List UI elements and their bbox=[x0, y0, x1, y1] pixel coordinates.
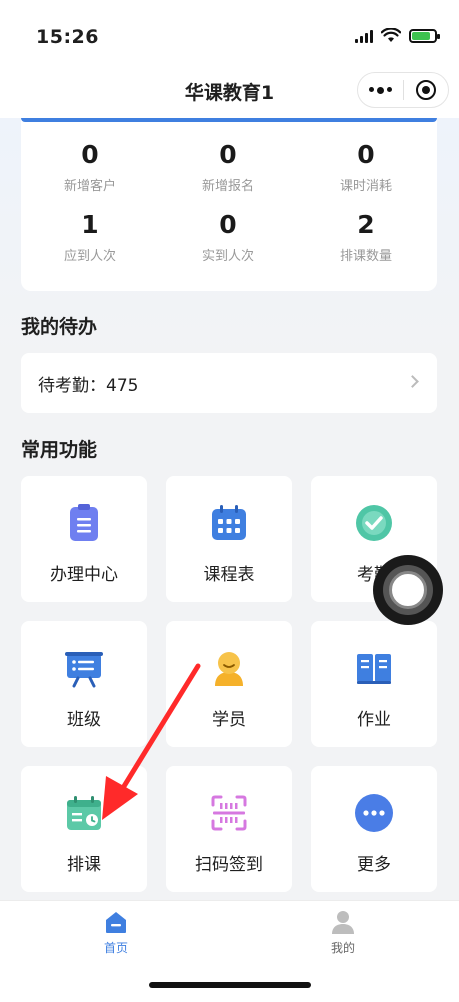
stat-label: 应到人次 bbox=[63, 249, 116, 264]
stat-value: 1 bbox=[81, 210, 99, 239]
tab-label: 首页 bbox=[103, 941, 128, 955]
todo-section-title: 我的待办 bbox=[21, 316, 98, 338]
more-menu-button[interactable] bbox=[358, 73, 403, 107]
main-content: 0 新增客户 0 新增报名 0 课时消耗 1 应到人次 0 实到人次 2 排课数… bbox=[0, 118, 459, 900]
stat-expected-attendance: 1 应到人次 bbox=[21, 210, 159, 264]
status-bar: 15:26 bbox=[0, 0, 459, 64]
tab-home[interactable]: 首页 bbox=[56, 909, 176, 956]
stat-value: 0 bbox=[219, 210, 237, 239]
check-circle-icon bbox=[356, 505, 392, 541]
nav-bar: 华课教育1 bbox=[0, 64, 459, 118]
tile-more[interactable]: 更多 bbox=[311, 766, 437, 892]
tile-label: 课程表 bbox=[203, 565, 255, 585]
tile-service-center[interactable]: 办理中心 bbox=[21, 476, 147, 602]
book-icon bbox=[357, 654, 391, 684]
tile-label: 办理中心 bbox=[50, 565, 118, 585]
tile-label: 作业 bbox=[357, 710, 391, 730]
tile-timetable[interactable]: 课程表 bbox=[166, 476, 292, 602]
stat-value: 2 bbox=[357, 210, 375, 239]
chevron-right-icon bbox=[406, 375, 419, 388]
close-miniprogram-button[interactable] bbox=[404, 73, 449, 107]
stat-scheduled-count: 2 排课数量 bbox=[297, 210, 435, 264]
todo-attendance-item[interactable]: 待考勤：475 bbox=[21, 353, 437, 413]
calendar-icon bbox=[212, 505, 246, 540]
stat-label: 新增报名 bbox=[201, 179, 254, 194]
functions-section-title: 常用功能 bbox=[21, 439, 98, 461]
more-icon bbox=[355, 794, 393, 832]
stat-label: 新增客户 bbox=[63, 179, 116, 194]
stat-hours-consumed: 0 课时消耗 bbox=[297, 140, 435, 194]
tile-homework[interactable]: 作业 bbox=[311, 621, 437, 747]
stat-value: 0 bbox=[81, 140, 99, 169]
todo-item-label: 待考勤：475 bbox=[38, 376, 139, 396]
status-icons bbox=[355, 28, 440, 43]
tab-label: 我的 bbox=[330, 941, 355, 955]
wifi-icon bbox=[381, 28, 401, 42]
stat-actual-attendance: 0 实到人次 bbox=[159, 210, 297, 264]
more-dots-icon bbox=[368, 86, 392, 94]
tile-label: 排课 bbox=[67, 855, 101, 875]
signal-icon bbox=[355, 29, 373, 43]
miniprogram-capsule bbox=[357, 72, 449, 108]
stat-label: 课时消耗 bbox=[339, 179, 392, 194]
stats-card: 0 新增客户 0 新增报名 0 课时消耗 1 应到人次 0 实到人次 2 排课数… bbox=[21, 118, 437, 291]
annotation-arrow-icon bbox=[102, 663, 201, 820]
stat-label: 排课数量 bbox=[339, 249, 392, 264]
stat-label: 实到人次 bbox=[201, 249, 254, 264]
tile-label: 扫码签到 bbox=[195, 855, 263, 875]
tab-mine[interactable]: 我的 bbox=[283, 909, 403, 956]
home-indicator bbox=[149, 982, 311, 988]
clipboard-icon bbox=[70, 504, 98, 541]
stat-value: 0 bbox=[357, 140, 375, 169]
stat-new-customers: 0 新增客户 bbox=[21, 140, 159, 194]
assistive-touch-button[interactable] bbox=[373, 555, 443, 625]
battery-icon bbox=[409, 28, 440, 43]
target-icon bbox=[415, 80, 436, 100]
home-icon bbox=[106, 912, 126, 933]
tile-label: 更多 bbox=[357, 855, 391, 875]
stat-new-enrollments: 0 新增报名 bbox=[159, 140, 297, 194]
status-time: 15:26 bbox=[36, 26, 99, 48]
stat-value: 0 bbox=[219, 140, 237, 169]
user-icon bbox=[332, 911, 354, 934]
